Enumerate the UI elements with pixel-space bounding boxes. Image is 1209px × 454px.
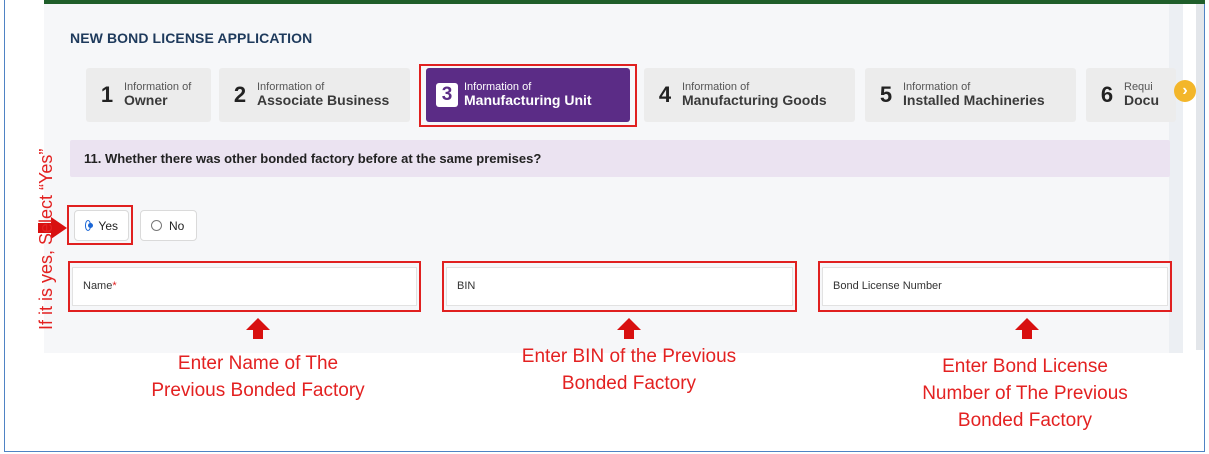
radio-unselected-icon[interactable] [151,220,162,231]
tab-number: 2 [233,82,247,107]
radio-no-label: No [169,218,185,233]
annotation-line: Enter BIN of the Previous [521,346,737,367]
annotation-line: Enter Bond License [942,356,1108,377]
tab-number: 5 [879,82,893,107]
name-annotation: Enter Name of The Previous Bonded Factor… [110,350,406,404]
question-banner: 11. Whether there was other bonded facto… [70,140,1170,177]
tab-number: 6 [1100,82,1114,107]
chevron-right-icon[interactable]: › [1174,80,1196,102]
annotation-line: Enter Name of The [177,353,339,374]
bond-license-field-label: Bond License Number [833,280,942,292]
side-instruction-label: If it is yes, Select “Yes” [36,148,56,330]
annotation-line: Number of The Previous [922,383,1128,404]
tab-label: Owner [124,92,168,109]
bond-license-annotation: Enter Bond License Number of The Previou… [880,353,1170,434]
name-field-label: Name [83,280,113,292]
required-marker: * [112,280,117,292]
tab-label: Docu [1124,92,1159,109]
annotation-line: Previous Bonded Factory [151,380,365,401]
tab-associate-business[interactable]: 2 Information of Associate Business [219,68,410,122]
radio-no[interactable]: No [140,210,197,241]
yes-highlight-box [67,205,133,245]
bin-field[interactable]: BIN [446,267,793,306]
tab-label: Associate Business [257,92,390,109]
tab-owner[interactable]: 1 Information of Owner [86,68,211,122]
page-title: NEW BOND LICENSE APPLICATION [70,30,313,46]
active-tab-highlight-box [419,64,637,127]
name-field[interactable]: Name* [72,267,417,306]
annotation-line: Bonded Factory [957,410,1093,431]
tab-documents[interactable]: 6 Requi Docu [1086,68,1176,122]
tab-installed-machineries[interactable]: 5 Information of Installed Machineries [865,68,1076,122]
tab-number: 1 [100,82,114,107]
bond-license-number-field[interactable]: Bond License Number [822,267,1168,306]
bin-field-label: BIN [457,280,476,292]
tab-label: Manufacturing Goods [682,92,827,109]
page-scrollbar[interactable] [1196,4,1204,350]
tab-number: 4 [658,82,672,107]
bin-annotation: Enter BIN of the Previous Bonded Factory [478,343,780,397]
annotation-line: Bonded Factory [561,373,697,394]
tab-manufacturing-goods[interactable]: 4 Information of Manufacturing Goods [644,68,855,122]
tab-label: Installed Machineries [903,92,1045,109]
